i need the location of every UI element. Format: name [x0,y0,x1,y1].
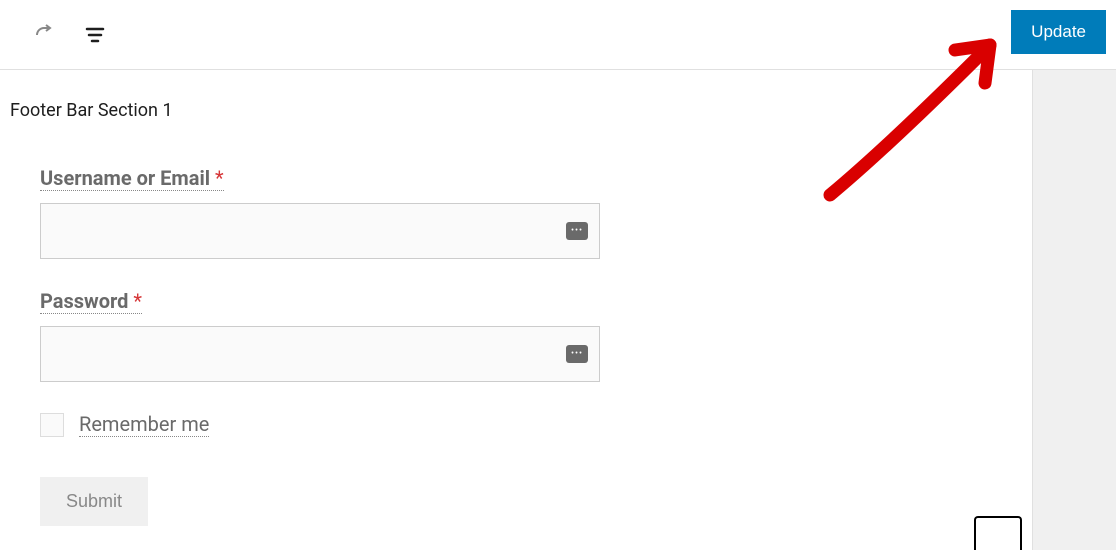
editor-canvas[interactable]: Footer Bar Section 1 Username or Email *… [0,70,1032,550]
username-field-group: Username or Email * [40,166,610,259]
submit-button[interactable]: Submit [40,477,148,526]
outline-button[interactable] [75,15,115,55]
username-label-text: Username or Email [40,166,210,190]
remember-me-row[interactable]: Remember me [40,412,610,437]
required-mark: * [215,166,224,190]
password-input-wrap [40,326,600,382]
autofill-icon[interactable] [566,222,588,240]
login-form-block: Username or Email * Password * [10,166,610,526]
editor-body: Footer Bar Section 1 Username or Email *… [0,70,1116,550]
username-input[interactable] [40,203,600,259]
settings-sidebar[interactable] [1032,70,1116,550]
floating-panel[interactable] [974,516,1022,550]
update-button[interactable]: Update [1011,10,1106,54]
password-field-group: Password * [40,289,610,382]
remember-checkbox[interactable] [40,413,64,437]
password-label-text: Password [40,289,128,313]
username-input-wrap [40,203,600,259]
password-input[interactable] [40,326,600,382]
editor-toolbar: Update [0,0,1116,70]
remember-label: Remember me [79,412,209,437]
username-label: Username or Email * [40,166,224,191]
required-mark: * [133,289,142,313]
password-label: Password * [40,289,142,314]
redo-button[interactable] [25,15,65,55]
redo-icon [33,23,57,47]
block-title: Footer Bar Section 1 [10,100,1022,121]
autofill-icon[interactable] [566,345,588,363]
list-icon [83,23,107,47]
